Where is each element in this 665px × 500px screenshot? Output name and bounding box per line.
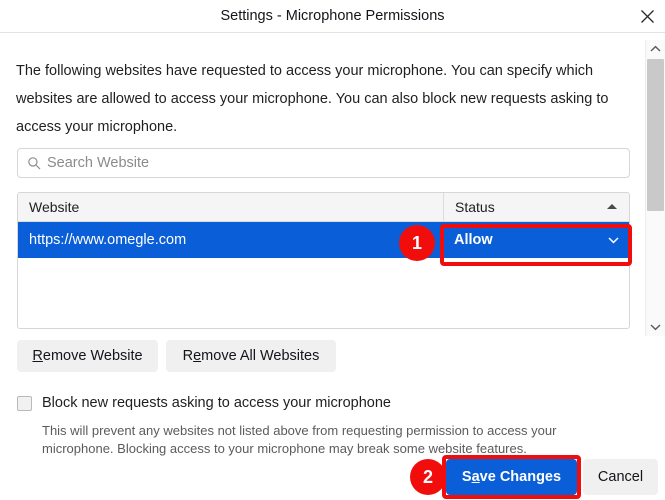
column-header-status[interactable]: Status <box>443 193 629 221</box>
website-permissions-list[interactable]: Website Status https://www.omegle.com Al… <box>17 192 630 329</box>
remove-all-label-prefix: R <box>182 348 194 364</box>
block-new-requests-hint: This will prevent any websites not liste… <box>42 423 557 456</box>
dialog-titlebar: Settings - Microphone Permissions <box>0 0 665 33</box>
search-input[interactable]: Search Website <box>17 148 630 178</box>
cancel-button[interactable]: Cancel <box>583 459 658 495</box>
block-new-requests-label: Block new requests asking to access your… <box>42 395 391 411</box>
save-label-suffix: ve Changes <box>479 469 562 485</box>
annotation-marker-2: 2 <box>410 459 446 495</box>
remove-all-label-suffix: move All Websites <box>201 348 320 364</box>
sort-ascending-icon <box>607 204 617 209</box>
chevron-down-icon[interactable] <box>646 318 665 336</box>
page-title: Settings - Microphone Permissions <box>220 8 445 24</box>
search-placeholder: Search Website <box>47 155 150 171</box>
table-row[interactable]: https://www.omegle.com Allow <box>18 222 629 258</box>
block-new-requests-row[interactable]: Block new requests asking to access your… <box>17 395 391 411</box>
block-new-requests-checkbox[interactable] <box>17 395 32 411</box>
chevron-up-icon[interactable] <box>646 40 665 58</box>
annotation-marker-1: 1 <box>399 225 435 261</box>
intro-description: The following websites have requested to… <box>16 63 609 135</box>
scrollbar-thumb[interactable] <box>647 59 664 211</box>
remove-all-websites-button[interactable]: Remove All Websites <box>166 340 336 372</box>
status-dropdown[interactable]: Allow <box>443 222 629 258</box>
dialog-scrollbar[interactable] <box>645 40 665 336</box>
remove-website-button[interactable]: Remove Website <box>17 340 158 372</box>
row-website-url: https://www.omegle.com <box>29 232 187 248</box>
close-icon[interactable] <box>633 2 661 30</box>
search-icon <box>26 156 41 171</box>
chevron-down-icon <box>608 235 619 246</box>
save-label-accel: a <box>471 469 480 485</box>
column-header-website[interactable]: Website <box>18 193 443 221</box>
save-label-prefix: S <box>461 469 472 485</box>
status-dropdown-value: Allow <box>454 232 493 248</box>
remove-all-label-accel: e <box>193 348 202 364</box>
column-header-status-label: Status <box>455 199 495 215</box>
remove-website-label-suffix: emove Website <box>42 348 143 364</box>
remove-website-label-accel: R <box>32 348 43 364</box>
list-header-row: Website Status <box>18 193 629 222</box>
save-changes-button[interactable]: Save Changes <box>446 459 577 495</box>
